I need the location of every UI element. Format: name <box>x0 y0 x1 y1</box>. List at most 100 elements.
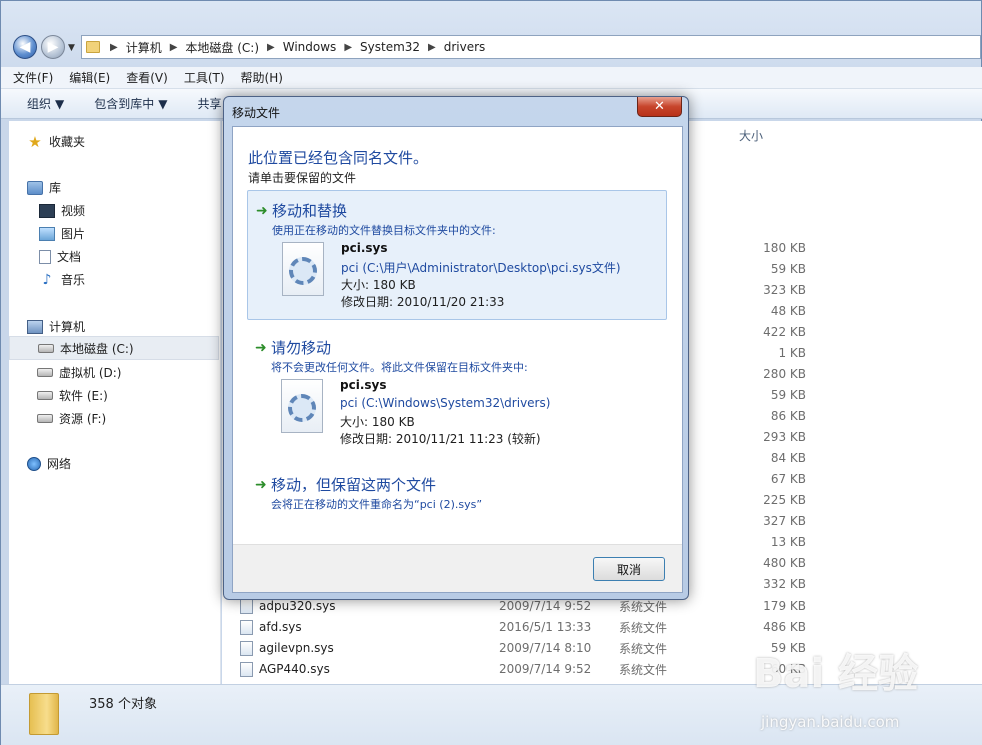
breadcrumb-drivers[interactable]: drivers <box>440 40 490 54</box>
forward-arrow-icon: ▶ <box>47 39 59 55</box>
cancel-button[interactable]: 取消 <box>593 557 665 581</box>
nav-drive-d[interactable]: 虚拟机 (D:) <box>37 364 121 381</box>
close-button[interactable]: ✕ <box>637 97 682 117</box>
nav-label: 本地磁盘 (C:) <box>60 341 134 356</box>
file-modified-date: 修改日期: 2010/11/20 21:33 <box>341 295 505 309</box>
file-size: 486 KB <box>763 620 806 634</box>
nav-label: 视频 <box>61 204 86 218</box>
chevron-right-icon[interactable]: ▶ <box>106 42 122 53</box>
option-title: 移动和替换 <box>272 202 348 220</box>
network-icon <box>27 456 41 471</box>
file-size: 225 KB <box>763 493 806 507</box>
menu-file[interactable]: 文件(F) <box>13 69 53 86</box>
document-icon <box>39 249 51 264</box>
nav-label: 资源 (F:) <box>59 412 107 426</box>
table-row[interactable]: agilevpn.sys 2009/7/14 8:10 系统文件 59 KB <box>240 638 826 658</box>
column-header-size[interactable]: 大小 <box>739 127 763 144</box>
table-row[interactable]: afd.sys 2016/5/1 13:33 系统文件 486 KB <box>240 617 826 637</box>
file-type: 系统文件 <box>619 662 668 677</box>
nav-documents[interactable]: 文档 <box>39 248 81 265</box>
file-path: pci (C:\用户\Administrator\Desktop\pci.sys… <box>341 261 621 275</box>
nav-label: 图片 <box>61 227 86 241</box>
file-type: 系统文件 <box>619 599 668 614</box>
file-name: agilevpn.sys <box>259 641 334 655</box>
option-description: 会将正在移动的文件重命名为“pci (2).sys” <box>271 498 483 511</box>
nav-music[interactable]: ♪ 音乐 <box>39 271 85 288</box>
organize-button[interactable]: 组织 ▼ <box>27 95 64 112</box>
library-icon <box>27 180 43 195</box>
address-bar[interactable]: ▶ 计算机 ▶ 本地磁盘 (C:) ▶ Windows ▶ System32 ▶… <box>81 35 981 59</box>
nav-drive-f[interactable]: 资源 (F:) <box>37 410 106 427</box>
chevron-right-icon[interactable]: ▶ <box>340 42 356 53</box>
dialog-footer: 取消 <box>233 544 682 592</box>
chevron-down-icon: ▼ <box>158 97 168 111</box>
table-row[interactable]: AGP440.sys 2009/7/14 9:52 系统文件 60 KB <box>240 659 826 679</box>
breadcrumb-drive-c[interactable]: 本地磁盘 (C:) <box>181 39 263 56</box>
drive-icon <box>37 414 53 423</box>
item-count: 358 个对象 <box>89 697 157 712</box>
option-description: 将不会更改任何文件。将此文件保留在目标文件夹中: <box>271 361 528 374</box>
move-keep-both-option[interactable]: ➜ 移动，但保留这两个文件 会将正在移动的文件重命名为“pci (2).sys” <box>247 467 667 517</box>
system-file-icon <box>240 619 253 635</box>
breadcrumb-system32[interactable]: System32 <box>356 40 424 54</box>
chevron-right-icon[interactable]: ▶ <box>424 42 440 53</box>
chevron-down-icon: ▼ <box>55 97 65 111</box>
nav-network[interactable]: 网络 <box>27 455 71 472</box>
green-arrow-icon: ➜ <box>255 340 267 356</box>
gear-icon <box>288 394 316 422</box>
nav-label: 软件 (E:) <box>59 389 108 403</box>
music-note-icon: ♪ <box>42 271 52 288</box>
menu-tools[interactable]: 工具(T) <box>184 69 225 86</box>
file-size: 84 KB <box>770 451 806 465</box>
file-date: 2009/7/14 9:52 <box>499 599 592 613</box>
menu-bar: 文件(F) 编辑(E) 查看(V) 工具(T) 帮助(H) <box>1 67 982 89</box>
file-size: 86 KB <box>770 409 806 423</box>
address-row: ◀ ▶ ▼ ▶ 计算机 ▶ 本地磁盘 (C:) ▶ Windows ▶ Syst… <box>1 31 982 63</box>
recent-pages-dropdown-icon[interactable]: ▼ <box>68 43 75 53</box>
system-file-icon <box>240 598 253 614</box>
nav-label: 库 <box>49 181 62 195</box>
nav-libraries[interactable]: 库 <box>27 179 61 196</box>
option-description: 使用正在移动的文件替换目标文件夹中的文件: <box>272 224 496 237</box>
system-file-icon <box>281 379 323 433</box>
nav-pictures[interactable]: 图片 <box>39 225 85 242</box>
nav-drive-c[interactable]: 本地磁盘 (C:) <box>9 336 219 360</box>
chevron-right-icon[interactable]: ▶ <box>166 42 182 53</box>
file-size: 179 KB <box>763 599 806 613</box>
nav-favorites[interactable]: ★ 收藏夹 <box>27 133 85 150</box>
nav-drive-e[interactable]: 软件 (E:) <box>37 387 108 404</box>
nav-computer[interactable]: 计算机 <box>27 318 85 335</box>
nav-label: 文档 <box>57 250 82 264</box>
breadcrumb-windows[interactable]: Windows <box>279 40 341 54</box>
file-name: AGP440.sys <box>259 662 330 676</box>
computer-icon <box>27 319 43 334</box>
nav-label: 收藏夹 <box>49 135 86 149</box>
chevron-right-icon[interactable]: ▶ <box>263 42 279 53</box>
menu-edit[interactable]: 编辑(E) <box>69 69 110 86</box>
file-size: 332 KB <box>763 577 806 591</box>
watermark-url: jingyan.baidu.com <box>761 713 900 731</box>
file-size: 293 KB <box>763 430 806 444</box>
forward-button[interactable]: ▶ <box>41 35 65 59</box>
nav-label: 音乐 <box>61 273 86 287</box>
file-size: 大小: 180 KB <box>340 415 415 429</box>
file-size: 480 KB <box>763 556 806 570</box>
back-button[interactable]: ◀ <box>13 35 37 59</box>
file-name: pci.sys <box>341 241 388 255</box>
move-and-replace-option[interactable]: ➜ 移动和替换 使用正在移动的文件替换目标文件夹中的文件: pci.sys pc… <box>247 190 667 320</box>
file-name: afd.sys <box>259 620 302 634</box>
breadcrumb-computer[interactable]: 计算机 <box>122 39 166 56</box>
file-size: 59 KB <box>770 262 806 276</box>
file-path: pci (C:\Windows\System32\drivers) <box>340 396 551 410</box>
watermark-logo: Bai 经验 <box>753 651 919 697</box>
nav-videos[interactable]: 视频 <box>39 202 85 219</box>
do-not-move-option[interactable]: ➜ 请勿移动 将不会更改任何文件。将此文件保留在目标文件夹中: pci.sys … <box>247 330 667 460</box>
include-library-button[interactable]: 包含到库中 ▼ <box>94 95 167 112</box>
menu-help[interactable]: 帮助(H) <box>241 69 283 86</box>
video-icon <box>39 203 55 218</box>
menu-view[interactable]: 查看(V) <box>126 69 168 86</box>
share-button[interactable]: 共享 <box>198 95 222 112</box>
file-type: 系统文件 <box>619 620 668 635</box>
option-title: 请勿移动 <box>271 339 332 357</box>
drive-icon <box>38 343 54 353</box>
